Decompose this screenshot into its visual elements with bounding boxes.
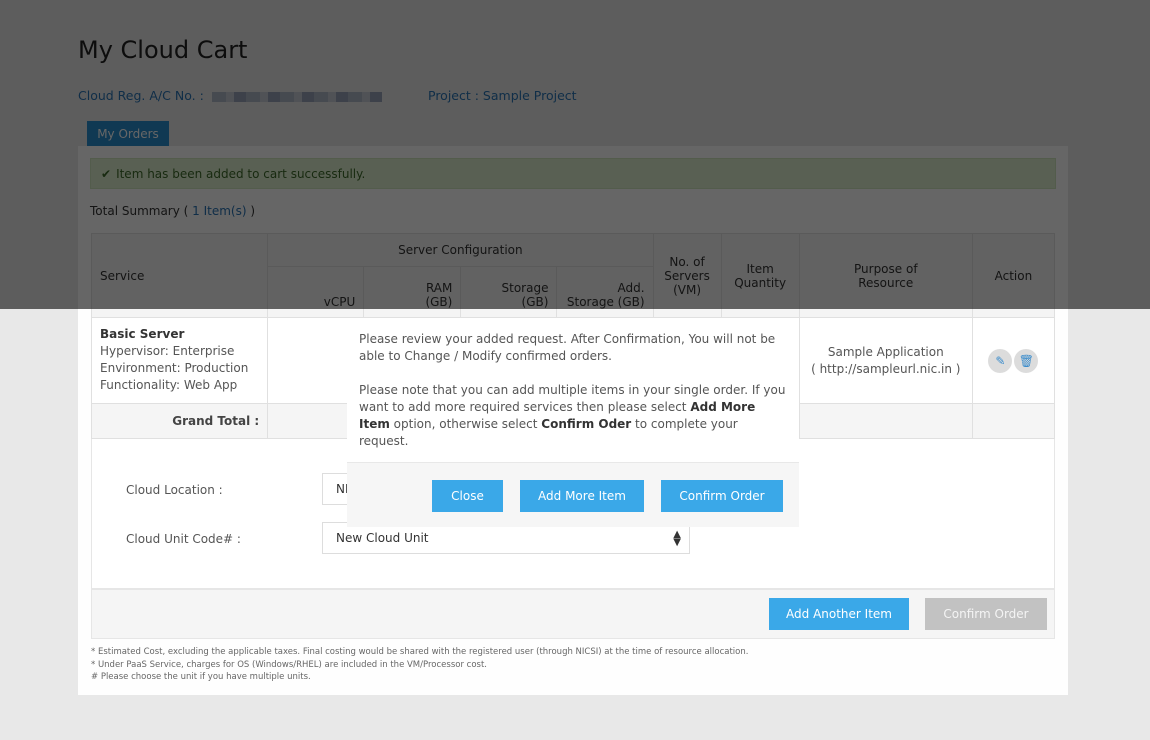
form-footer: Add Another Item Confirm Order [91, 589, 1055, 639]
grand-total-label: Grand Total : [90, 403, 269, 439]
confirm-modal: Please review your added request. After … [347, 318, 799, 527]
edit-icon[interactable]: ✎ [988, 348, 1013, 373]
service-functionality: Functionality: Web App [100, 378, 238, 392]
footnote: # Please choose the unit if you have mul… [91, 672, 311, 682]
cell-purpose: Sample Application ( http://sampleurl.ni… [798, 317, 973, 404]
cloud-unit-label: Cloud Unit Code# : [126, 532, 241, 546]
select-arrows-icon: ▲ ▼ [673, 529, 681, 548]
cloud-unit-value: New Cloud Unit [336, 531, 429, 545]
modal-add-more-item-button[interactable]: Add More Item [520, 480, 644, 512]
footnotes: * Estimated Cost, excluding the applicab… [91, 646, 748, 684]
grand-total-cell [798, 403, 973, 439]
cloud-location-label: Cloud Location : [126, 483, 223, 497]
purpose-name: Sample Application [827, 344, 944, 359]
service-hypervisor: Hypervisor: Enterprise [100, 344, 235, 358]
modal-body: Please review your added request. After … [347, 318, 799, 450]
cell-action: ✎ 🗑 [971, 317, 1056, 404]
delete-icon[interactable]: 🗑 [1014, 348, 1039, 373]
service-environment: Environment: Production [100, 361, 249, 375]
add-another-item-button[interactable]: Add Another Item [769, 598, 909, 630]
cell-service: Basic Server Hypervisor: Enterprise Envi… [90, 317, 269, 404]
modal-backdrop[interactable] [0, 0, 1150, 309]
purpose-url: ( http://sampleurl.nic.in ) [811, 361, 961, 376]
modal-paragraph-1: Please review your added request. After … [359, 332, 776, 363]
modal-footer: Close Add More Item Confirm Order [347, 462, 799, 527]
footnote: * Estimated Cost, excluding the applicab… [91, 647, 749, 657]
modal-paragraph-2: Please note that you can add multiple it… [359, 382, 787, 450]
footnote: * Under PaaS Service, charges for OS (Wi… [91, 659, 487, 670]
grand-total-cell [971, 403, 1056, 439]
service-name: Basic Server [100, 327, 185, 341]
modal-text: option, otherwise select [389, 417, 542, 431]
modal-bold-text: Confirm Oder [541, 417, 632, 431]
confirm-order-button-disabled[interactable]: Confirm Order [925, 598, 1047, 630]
modal-confirm-order-button[interactable]: Confirm Order [661, 480, 783, 512]
modal-close-button[interactable]: Close [432, 480, 503, 512]
